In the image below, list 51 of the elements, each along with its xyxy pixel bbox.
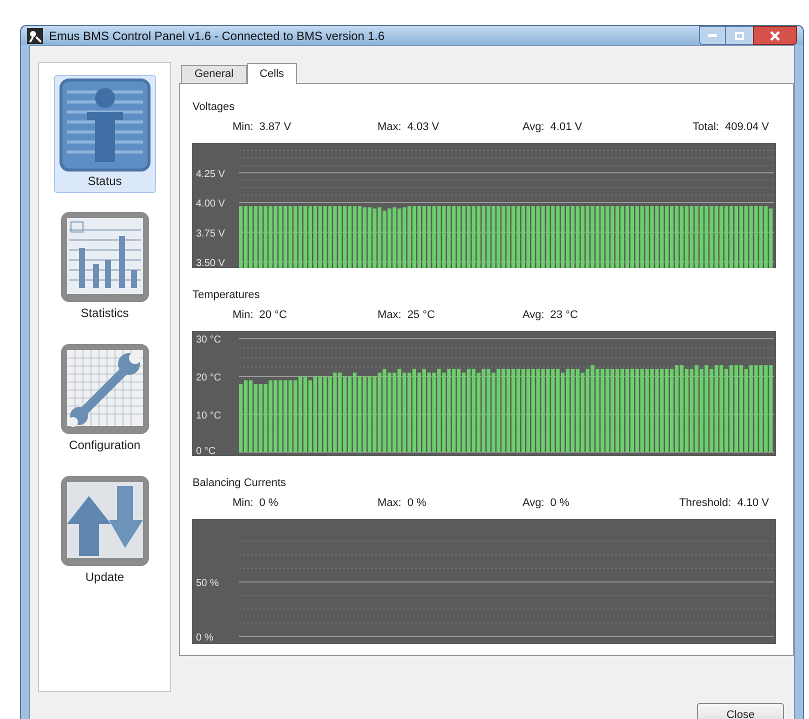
axis-label: 4.25 V [196, 168, 226, 180]
tab[interactable]: Cells [246, 63, 298, 84]
stat-label: Threshold: [679, 496, 732, 511]
info-icon [58, 78, 151, 172]
stat-value: 23 °C [550, 308, 578, 323]
stat-value: 4.01 V [550, 120, 582, 135]
stat-value: 409.04 V [724, 120, 769, 135]
axis-label: 4.00 V [196, 198, 226, 210]
section-title: Voltages [192, 100, 235, 115]
minimize-button[interactable] [699, 26, 726, 45]
axis-label: 30 °C [196, 334, 222, 346]
stat-value: 4.10 V [737, 496, 769, 511]
stat-label: Avg: [522, 496, 544, 511]
maximize-icon [735, 32, 744, 40]
axis-label: 20 °C [196, 372, 222, 384]
close-icon [770, 30, 780, 40]
close-button[interactable]: Close [697, 703, 784, 719]
wrench-icon [58, 342, 151, 436]
axis-label: 3.50 V [196, 258, 226, 268]
section-title: Balancing Currents [192, 476, 286, 491]
stat-label: Max: [377, 120, 402, 135]
stat-label: Min: [232, 496, 254, 511]
stat-label: Avg: [522, 120, 544, 135]
stat-value: 0 % [259, 496, 278, 511]
axis-label: 3.75 V [196, 228, 226, 240]
stat-label: Max: [377, 308, 402, 323]
axis-label: 0 °C [196, 446, 216, 456]
stat-value: 3.87 V [259, 120, 292, 135]
bar-chart-icon [58, 210, 151, 304]
sidebar-item[interactable]: Status [54, 75, 156, 193]
stat-label: Min: [232, 120, 254, 135]
close-window-button[interactable] [753, 26, 797, 45]
minimize-icon [708, 34, 717, 37]
maximize-button[interactable] [726, 26, 753, 45]
stat-value: 25 °C [407, 308, 435, 323]
stat-value: 0 % [550, 496, 570, 511]
tab[interactable]: General [181, 65, 247, 83]
axis-label: 10 °C [196, 410, 222, 422]
stat-label: Avg: [522, 308, 544, 323]
section-title: Temperatures [192, 288, 260, 303]
window-title: Emus BMS Control Panel v1.6 - Connected to BMS version 1.6 [49, 28, 384, 44]
axis-label: 50 % [196, 578, 220, 590]
axis-label: 0 % [196, 632, 214, 644]
stat-value: 20 °C [259, 308, 287, 323]
app-logo-icon [27, 28, 43, 44]
stat-label: Max: [377, 496, 402, 511]
stat-label: Min: [232, 308, 254, 323]
stat-label: Total: [692, 120, 719, 135]
up-down-arrows-icon [58, 474, 151, 568]
stat-value: 0 % [407, 496, 426, 511]
stat-value: 4.03 V [407, 120, 440, 135]
